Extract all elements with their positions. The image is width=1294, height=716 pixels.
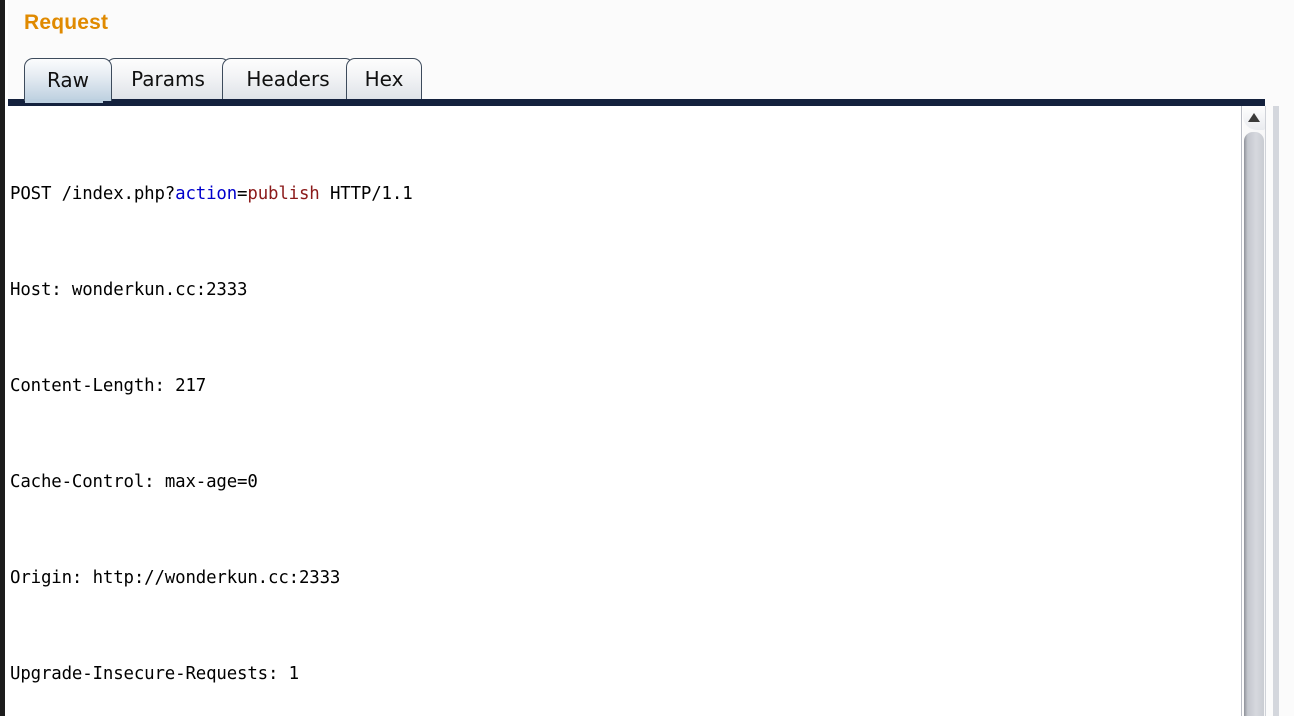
header-name: Content-Length — [10, 376, 155, 396]
request-line: POST /index.php?action=publish HTTP/1.1 — [10, 184, 413, 204]
tab-params[interactable]: Params — [106, 58, 230, 99]
raw-request-text[interactable]: POST /index.php?action=publish HTTP/1.1 … — [10, 110, 1238, 716]
tab-raw-label: Raw — [46, 68, 90, 92]
header-name: Cache-Control — [10, 472, 145, 492]
tab-params-label: Params — [131, 67, 205, 91]
vertical-scrollbar[interactable] — [1241, 106, 1265, 716]
tab-hex[interactable]: Hex — [346, 58, 422, 99]
header-line: Content-Length: 217 — [10, 376, 207, 396]
query-param-value: publish — [247, 184, 320, 204]
tab-raw[interactable]: Raw — [24, 58, 112, 101]
header-value: http://wonderkun.cc:2333 — [92, 568, 341, 588]
page-title: Request — [24, 11, 109, 34]
window-top-right-filler — [1265, 0, 1294, 106]
header-name: Origin — [10, 568, 72, 588]
header-value: wonderkun.cc:2333 — [71, 280, 248, 300]
tab-headers-label: Headers — [246, 67, 330, 91]
tab-bar: Raw Params Headers Hex — [8, 58, 1294, 102]
header-value: 1 — [288, 664, 299, 684]
header-line: Host: wonderkun.cc:2333 — [10, 280, 248, 300]
window-right-edge — [1279, 106, 1294, 716]
raw-request-editor[interactable]: POST /index.php?action=publish HTTP/1.1 … — [8, 106, 1241, 716]
header-value: max-age=0 — [164, 472, 258, 492]
tab-divider — [8, 99, 1294, 106]
header-name: Host — [10, 280, 52, 300]
header-line: Upgrade-Insecure-Requests: 1 — [10, 664, 299, 684]
header-value: 217 — [175, 376, 207, 396]
header-line: Origin: http://wonderkun.cc:2333 — [10, 568, 341, 588]
header-line: Cache-Control: max-age=0 — [10, 472, 258, 492]
triangle-up-icon — [1248, 113, 1260, 122]
request-method: POST — [10, 184, 52, 204]
tab-hex-label: Hex — [364, 67, 404, 91]
scroll-up-button[interactable] — [1243, 106, 1265, 130]
header-name: Upgrade-Insecure-Requests — [10, 664, 269, 684]
active-tab-indicator — [25, 99, 103, 103]
request-panel-window: Request Raw Params Headers Hex POST /ind… — [0, 0, 1294, 716]
scrollbar-thumb[interactable] — [1244, 132, 1264, 716]
http-version: HTTP/1.1 — [329, 184, 413, 204]
query-param-name: action — [175, 184, 238, 204]
tab-headers[interactable]: Headers — [222, 58, 354, 99]
